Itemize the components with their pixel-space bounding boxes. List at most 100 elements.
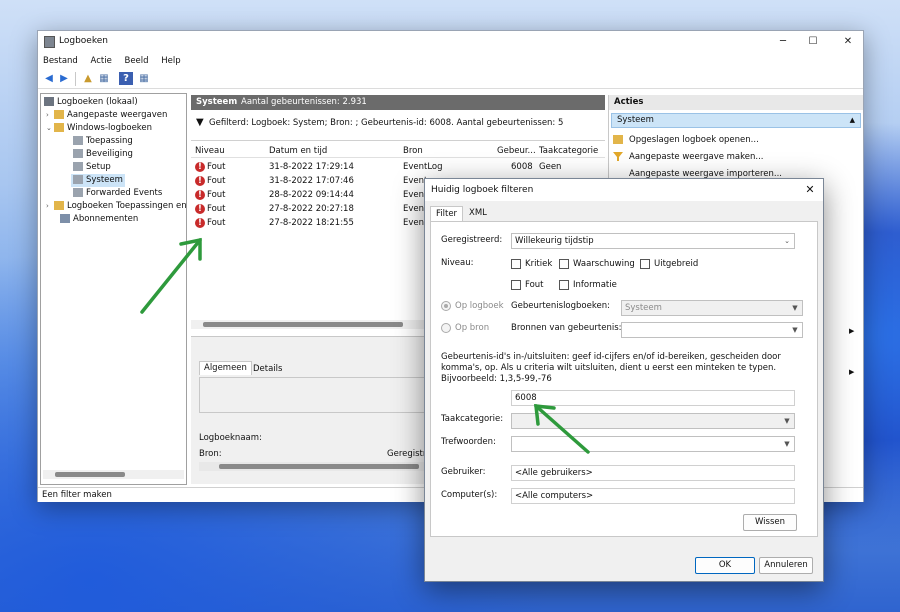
registered-label: Geregistr: [387, 449, 427, 459]
event-id-help-text: Gebeurtenis-id's in-/uitsluiten: geef id…: [441, 352, 781, 384]
submenu-arrow-icon[interactable]: ▶: [849, 368, 854, 376]
back-arrow-icon[interactable]: ◀: [42, 72, 56, 85]
menu-bestand[interactable]: Bestand: [38, 54, 83, 68]
log-name: Systeem: [196, 97, 238, 107]
tree-item-windows-logboeken[interactable]: ⌄ Windows-logboeken: [46, 122, 152, 135]
dialog-close-icon[interactable]: ✕: [797, 179, 823, 201]
tree-item-logboeken-toepassingen[interactable]: › Logboeken Toepassingen en: [46, 200, 186, 213]
collapse-arrow-icon[interactable]: ⌄: [46, 122, 54, 135]
toolbar-separator: [75, 72, 76, 86]
tab-xml[interactable]: XML: [464, 206, 492, 221]
registered-select[interactable]: Willekeurig tijdstip ⌄: [511, 233, 795, 249]
user-input[interactable]: <Alle gebruikers>: [511, 465, 795, 481]
scrollbar-thumb[interactable]: [55, 472, 125, 477]
tab-details[interactable]: Details: [253, 363, 282, 376]
source-label: Bron:: [199, 449, 222, 459]
actions-section-systeem[interactable]: Systeem ▲: [611, 113, 861, 128]
column-bron[interactable]: Bron: [403, 146, 423, 156]
tree-item-toepassing[interactable]: Toepassing: [73, 135, 133, 148]
subscriptions-icon: [60, 214, 70, 223]
column-niveau[interactable]: Niveau: [195, 146, 225, 156]
toolbar: ◀ ▶ ▲ ▦ ? ▦: [38, 69, 863, 89]
log-icon: [73, 175, 83, 184]
sources-select[interactable]: ▼: [621, 322, 803, 338]
tree-item-abonnementen[interactable]: Abonnementen: [60, 213, 138, 226]
chevron-down-icon: ▼: [792, 326, 798, 334]
detail-scrollbar[interactable]: [199, 462, 429, 471]
keywords-select[interactable]: ▼: [511, 436, 795, 452]
menu-actie[interactable]: Actie: [86, 54, 117, 68]
chevron-down-icon: ▼: [784, 440, 790, 448]
by-source-label: Op bron: [455, 323, 490, 333]
tree-item-setup[interactable]: Setup: [73, 161, 111, 174]
tab-algemeen[interactable]: Algemeen: [199, 361, 252, 375]
radio-by-source[interactable]: [441, 323, 451, 333]
help-icon[interactable]: ?: [119, 72, 133, 85]
tree-item-forwarded-events[interactable]: Forwarded Events: [73, 187, 162, 200]
forward-arrow-icon[interactable]: ▶: [57, 72, 71, 85]
computer-label: Computer(s):: [441, 490, 498, 500]
level-label: Niveau:: [441, 258, 474, 268]
ok-button[interactable]: OK: [695, 557, 755, 574]
cancel-button[interactable]: Annuleren: [759, 557, 813, 574]
action-create-custom-view[interactable]: Aangepaste weergave maken...: [613, 150, 764, 164]
folder-up-icon[interactable]: ▲: [81, 72, 95, 85]
task-category-select[interactable]: ▼: [511, 413, 795, 429]
menu-help[interactable]: Help: [156, 54, 185, 68]
table-row[interactable]: ! Fout 31-8-2022 17:29:14 EventLog 6008 …: [191, 160, 605, 174]
level-informatie-label: Informatie: [573, 280, 617, 290]
filter-form: Geregistreerd: Willekeurig tijdstip ⌄ Ni…: [430, 221, 818, 537]
clear-button[interactable]: Wissen: [743, 514, 797, 531]
column-gebeurtenis-id[interactable]: Gebeur...: [497, 146, 536, 156]
radio-by-log[interactable]: [441, 301, 451, 311]
column-taakcategorie[interactable]: Taakcategorie: [539, 146, 598, 156]
minimize-icon[interactable]: ─: [768, 31, 798, 53]
event-count: Aantal gebeurtenissen: 2.931: [241, 97, 367, 107]
action-pane-icon[interactable]: ▦: [137, 72, 151, 85]
level-kritiek-label: Kritiek: [525, 259, 553, 269]
collapse-up-icon[interactable]: ▲: [850, 114, 855, 127]
menu-beeld[interactable]: Beeld: [120, 54, 154, 68]
checkbox-waarschuwing[interactable]: [559, 259, 569, 269]
action-open-saved-log[interactable]: Opgeslagen logboek openen...: [613, 133, 759, 147]
event-logs-label: Gebeurtenislogboeken:: [511, 301, 610, 311]
tree-item-systeem[interactable]: Systeem: [71, 174, 125, 187]
logname-label: Logboeknaam:: [199, 433, 262, 443]
maximize-icon[interactable]: ☐: [798, 31, 828, 53]
checkbox-informatie[interactable]: [559, 280, 569, 290]
chevron-down-icon: ▼: [792, 304, 798, 312]
scrollbar-thumb[interactable]: [219, 464, 419, 469]
folder-icon: [54, 123, 64, 132]
error-icon: !: [195, 176, 205, 186]
column-datum-tijd[interactable]: Datum en tijd: [269, 146, 327, 156]
error-icon: !: [195, 218, 205, 228]
tree-horizontal-scrollbar[interactable]: [43, 470, 184, 479]
log-icon: [73, 162, 83, 171]
log-icon: [73, 149, 83, 158]
chevron-down-icon: ⌄: [784, 237, 790, 245]
registered-label: Geregistreerd:: [441, 235, 503, 245]
expand-arrow-icon[interactable]: ›: [46, 109, 54, 122]
expand-arrow-icon[interactable]: ›: [46, 200, 54, 213]
computer-input[interactable]: <Alle computers>: [511, 488, 795, 504]
title-bar: Logboeken ─ ☐ ✕: [38, 31, 863, 53]
tab-filter[interactable]: Filter: [430, 206, 464, 221]
tree-item-beveiliging[interactable]: Beveiliging: [73, 148, 133, 161]
filter-info-row: ▼ Gefilterd: Logboek: System; Bron: ; Ge…: [191, 111, 605, 141]
window-title: Logboeken: [59, 36, 108, 46]
log-header-bar: Systeem Aantal gebeurtenissen: 2.931: [191, 95, 605, 110]
tree-item-aangepaste-weergaven[interactable]: › Aangepaste weergaven: [46, 109, 167, 122]
tree-item-logboeken-lokaal[interactable]: Logboeken (lokaal): [44, 96, 138, 109]
event-logs-select[interactable]: Systeem ▼: [621, 300, 803, 316]
navigation-tree: Logboeken (lokaal) › Aangepaste weergaven…: [40, 93, 187, 485]
event-id-input[interactable]: 6008: [511, 390, 795, 406]
checkbox-kritiek[interactable]: [511, 259, 521, 269]
checkbox-fout[interactable]: [511, 280, 521, 290]
close-icon[interactable]: ✕: [833, 31, 863, 53]
actions-header: Acties: [609, 95, 863, 110]
submenu-arrow-icon[interactable]: ▶: [849, 327, 854, 335]
checkbox-uitgebreid[interactable]: [640, 259, 650, 269]
level-waarschuwing-label: Waarschuwing: [573, 259, 635, 269]
scrollbar-thumb[interactable]: [203, 322, 403, 327]
show-hide-console-icon[interactable]: ▦: [97, 72, 111, 85]
